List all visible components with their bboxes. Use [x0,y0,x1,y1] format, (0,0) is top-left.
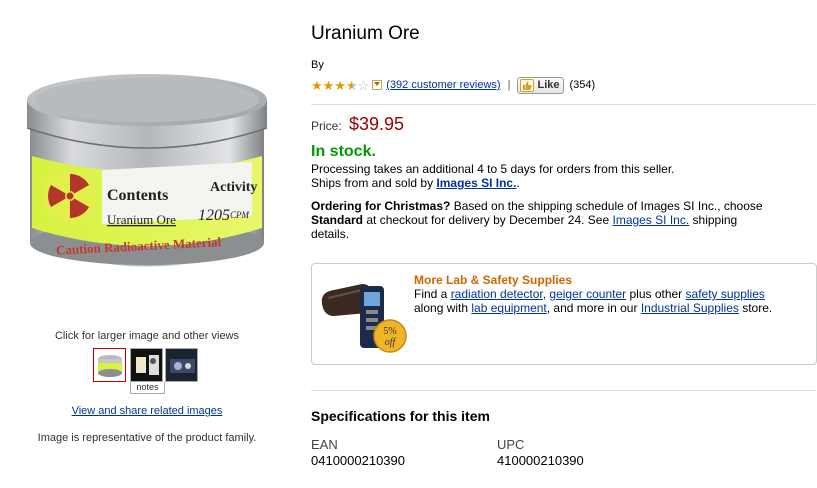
svg-text:Activity: Activity [210,180,257,195]
spec-value-upc: 410000210390 [497,453,584,468]
promo-title: More Lab & Safety Supplies [414,273,573,287]
divider [311,104,816,105]
thumbnail-notes-label: notes [130,382,165,394]
geiger-counter-image[interactable]: 5% off [320,274,410,356]
svg-text:off: off [385,337,397,348]
thumbnail-dark[interactable] [165,348,198,382]
industrial-supplies-link[interactable]: Industrial Supplies [641,301,739,315]
promo-box: 5% off More Lab & Safety Supplies Find a… [311,263,817,365]
ships-prefix: Ships from and sold by [311,176,437,190]
like-count: (354) [569,79,596,91]
svg-text:CPM: CPM [230,210,250,220]
representative-note: Image is representative of the product f… [37,432,257,444]
ships-suffix: . [516,176,520,190]
promo-text-fragment: Find a [414,287,451,301]
like-button[interactable]: Like [517,76,565,94]
safety-supplies-link[interactable]: safety supplies [686,287,765,301]
thumbnail-notes[interactable] [130,348,163,382]
svg-text:1205: 1205 [198,207,230,224]
price-value: $39.95 [349,114,405,134]
separator: | [507,79,511,91]
promo-text-fragment: along with [414,301,472,315]
promo-text-fragment: plus other [626,287,686,301]
radiation-detector-link[interactable]: radiation detector [451,287,543,301]
click-hint: Click for larger image and other views [54,330,240,342]
svg-text:Contents: Contents [107,187,168,204]
ships-from-line: Ships from and sold by Images SI Inc.. [311,176,520,190]
star-icon: ★ [311,77,323,93]
specs-title: Specifications for this item [311,408,490,424]
star-half-icon: ★ [345,77,358,93]
customer-reviews-link[interactable]: (392 customer reviews) [386,79,500,91]
star-rating[interactable]: ★ ★ ★ ★ ☆ [311,79,369,92]
standard-label: Standard [311,213,364,227]
promo-text: Find a radiation detector, geiger counte… [414,287,814,315]
product-main-image[interactable]: Contents Activity Uranium Ore 1205 CPM C… [22,58,272,298]
stock-status: In stock. [311,143,376,160]
product-title: Uranium Ore [311,23,420,44]
thumbnail-tin[interactable] [93,348,126,382]
processing-note: Processing takes an additional 4 to 5 da… [311,162,675,176]
christmas-label: Ordering for Christmas? [311,199,451,213]
spec-label-ean: EAN [311,437,338,452]
divider [311,390,816,391]
star-icon: ★ [322,77,335,93]
christmas-text: shipping [689,213,738,227]
lab-equipment-link[interactable]: lab equipment [471,301,546,315]
promo-text-fragment: store. [738,301,773,315]
thumbs-up-icon [520,78,535,92]
geiger-counter-link[interactable]: geiger counter [549,287,626,301]
view-share-link[interactable]: View and share related images [14,405,280,417]
promo-text-fragment: , and more in our [546,301,641,315]
seller-link[interactable]: Images SI Inc. [436,176,516,190]
rating-dropdown-icon[interactable] [372,80,383,90]
christmas-text: details. [311,227,350,241]
svg-text:Uranium Ore: Uranium Ore [107,212,176,227]
thumbnail-strip: notes [93,348,203,394]
spec-value-ean: 0410000210390 [311,453,405,468]
like-label: Like [537,79,560,91]
star-icon: ★ [334,77,346,93]
spec-label-upc: UPC [497,437,525,452]
svg-text:5%: 5% [383,326,396,337]
christmas-text: Based on the shipping schedule of Images… [450,199,763,213]
rating-row: ★ ★ ★ ★ ☆ (392 customer reviews) | Like … [311,76,595,94]
christmas-text: at checkout for delivery by December 24.… [363,213,613,227]
christmas-notice: Ordering for Christmas? Based on the shi… [311,199,763,241]
by-line: By [311,59,324,71]
seller-shipping-link[interactable]: Images SI Inc. [612,213,689,227]
star-empty-icon: ☆ [357,77,370,93]
price-label: Price: [311,119,342,133]
